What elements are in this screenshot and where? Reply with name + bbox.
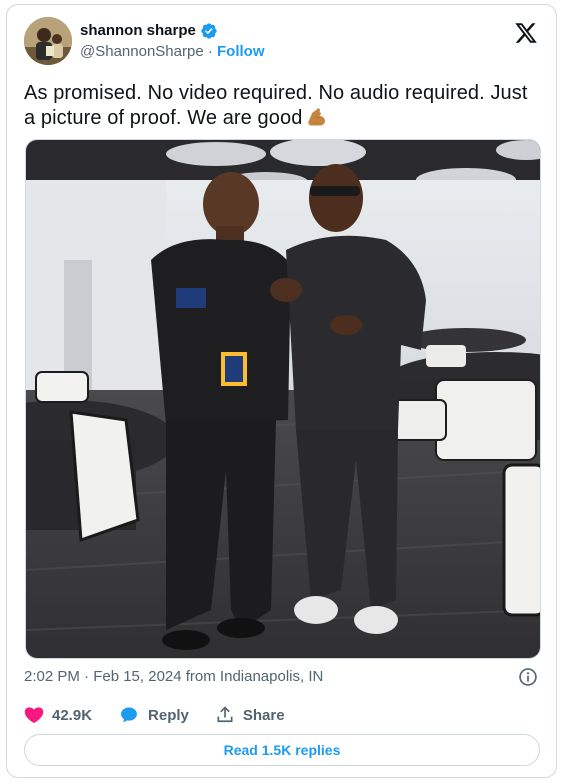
share-label: Share [242, 706, 285, 724]
avatar-image [24, 17, 72, 65]
share-button[interactable]: Share [215, 705, 285, 725]
author-handle[interactable]: @ShannonSharpe [80, 43, 204, 60]
tweet-actions: 42.9K Reply Share [24, 705, 311, 725]
read-replies-button[interactable]: Read 1.5K replies [24, 734, 540, 766]
tweet-header: shannon sharpe @ShannonSharpe · Follow [24, 17, 544, 69]
like-count: 42.9K [52, 706, 93, 724]
author-display-name-row[interactable]: shannon sharpe [80, 21, 265, 41]
tweet-timestamp[interactable]: 2:02 PM · Feb 15, 2024 from Indianapolis… [24, 667, 323, 687]
tweet-text-content: As promised. No video required. No audio… [24, 82, 528, 129]
author-display-name[interactable]: shannon sharpe [80, 21, 196, 41]
tweet-text: As promised. No video required. No audio… [24, 81, 544, 131]
tweet-card: shannon sharpe @ShannonSharpe · Follow A… [6, 4, 557, 778]
author-names: shannon sharpe @ShannonSharpe · Follow [80, 21, 265, 62]
like-button[interactable]: 42.9K [24, 705, 92, 725]
photo-image [26, 140, 540, 658]
reply-label: Reply [148, 706, 189, 724]
heart-icon [24, 707, 44, 723]
x-logo-icon[interactable] [514, 21, 538, 45]
flexed-biceps-emoji-icon [308, 108, 326, 126]
share-upload-icon [217, 706, 233, 723]
tweet-photo[interactable] [25, 139, 541, 659]
reply-bubble-icon [121, 707, 137, 723]
author-avatar[interactable] [24, 17, 72, 65]
info-icon[interactable] [518, 667, 538, 687]
handle-separator: · [207, 43, 213, 60]
author-handle-row: @ShannonSharpe · Follow [80, 42, 265, 62]
follow-link[interactable]: Follow [217, 43, 265, 60]
verified-badge-icon [201, 23, 217, 39]
reply-button[interactable]: Reply [118, 705, 189, 725]
